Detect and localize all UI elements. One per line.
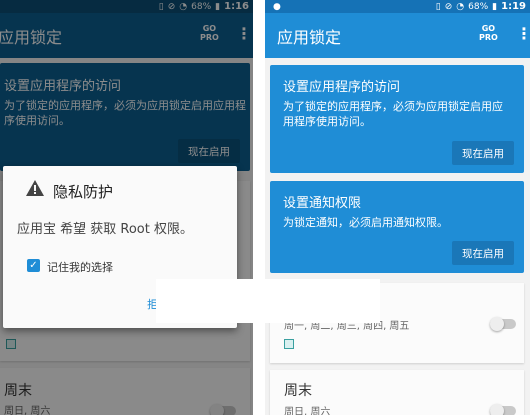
no-sim-icon: ⊘	[444, 1, 453, 12]
usage-access-enable-button[interactable]: 现在启用	[452, 141, 514, 165]
remember-checkbox[interactable]: ✓	[27, 259, 40, 272]
vibrate-icon: ▯	[435, 1, 441, 12]
white-occlusion-box	[156, 279, 380, 323]
warning-icon	[26, 180, 44, 196]
right-screen: ● ▯ ⊘ ◔ 68% ▮ 1:19 应用锁定 GO PRO ⋮ 设置应用程序的…	[265, 0, 530, 415]
weekend-card[interactable]: 周末 周日, 周六	[270, 370, 524, 415]
battery-level: 68%	[468, 1, 489, 12]
weekend-days: 周日, 周六	[284, 407, 331, 415]
dialog-title: 隐私防护	[53, 183, 114, 201]
location-icon: ●	[273, 1, 281, 12]
usage-access-title: 设置应用程序的访问	[283, 80, 401, 95]
go-pro-line1: GO	[481, 24, 496, 33]
toggle-knob	[490, 404, 504, 415]
remember-label: 记住我的选择	[47, 261, 113, 274]
notification-permission-title: 设置通知权限	[283, 196, 362, 211]
weekend-toggle[interactable]	[490, 404, 516, 415]
go-pro-button[interactable]: GO PRO	[479, 24, 498, 42]
app-bar: 应用锁定 GO PRO ⋮	[265, 13, 530, 58]
usage-access-card: 设置应用程序的访问 为了锁定的应用程序，必须为应用锁定启用应用程序使用访问。 现…	[270, 65, 524, 173]
workday-toggle[interactable]	[490, 317, 516, 331]
notification-permission-card: 设置通知权限 为锁定通知，必须启用通知权限。 现在启用	[270, 181, 524, 273]
battery-icon: ▮	[492, 1, 498, 12]
left-screen: ▯ ⊘ ◔ 68% ▮ 1:16 应用锁定 GO PRO ⋮ 设置应用程序的访问…	[0, 0, 253, 415]
toggle-knob	[490, 317, 504, 331]
app-title: 应用锁定	[277, 27, 342, 47]
notification-permission-desc: 为锁定通知，必须启用通知权限。	[283, 216, 448, 229]
go-pro-line2: PRO	[479, 33, 498, 42]
usage-access-desc: 为了锁定的应用程序，必须为应用锁定启用应用程序使用访问。	[283, 100, 503, 128]
dialog-message: 应用宝 希望 获取 Root 权限。	[17, 222, 193, 237]
weekend-title: 周末	[284, 383, 312, 399]
sync-icon: ◔	[456, 1, 465, 12]
clock: 1:19	[501, 1, 526, 12]
status-bar: ● ▯ ⊘ ◔ 68% ▮ 1:19	[265, 0, 530, 13]
overflow-menu-icon[interactable]: ⋮	[516, 24, 530, 43]
notification-enable-button[interactable]: 现在启用	[452, 241, 514, 265]
schedule-icon	[284, 339, 294, 349]
